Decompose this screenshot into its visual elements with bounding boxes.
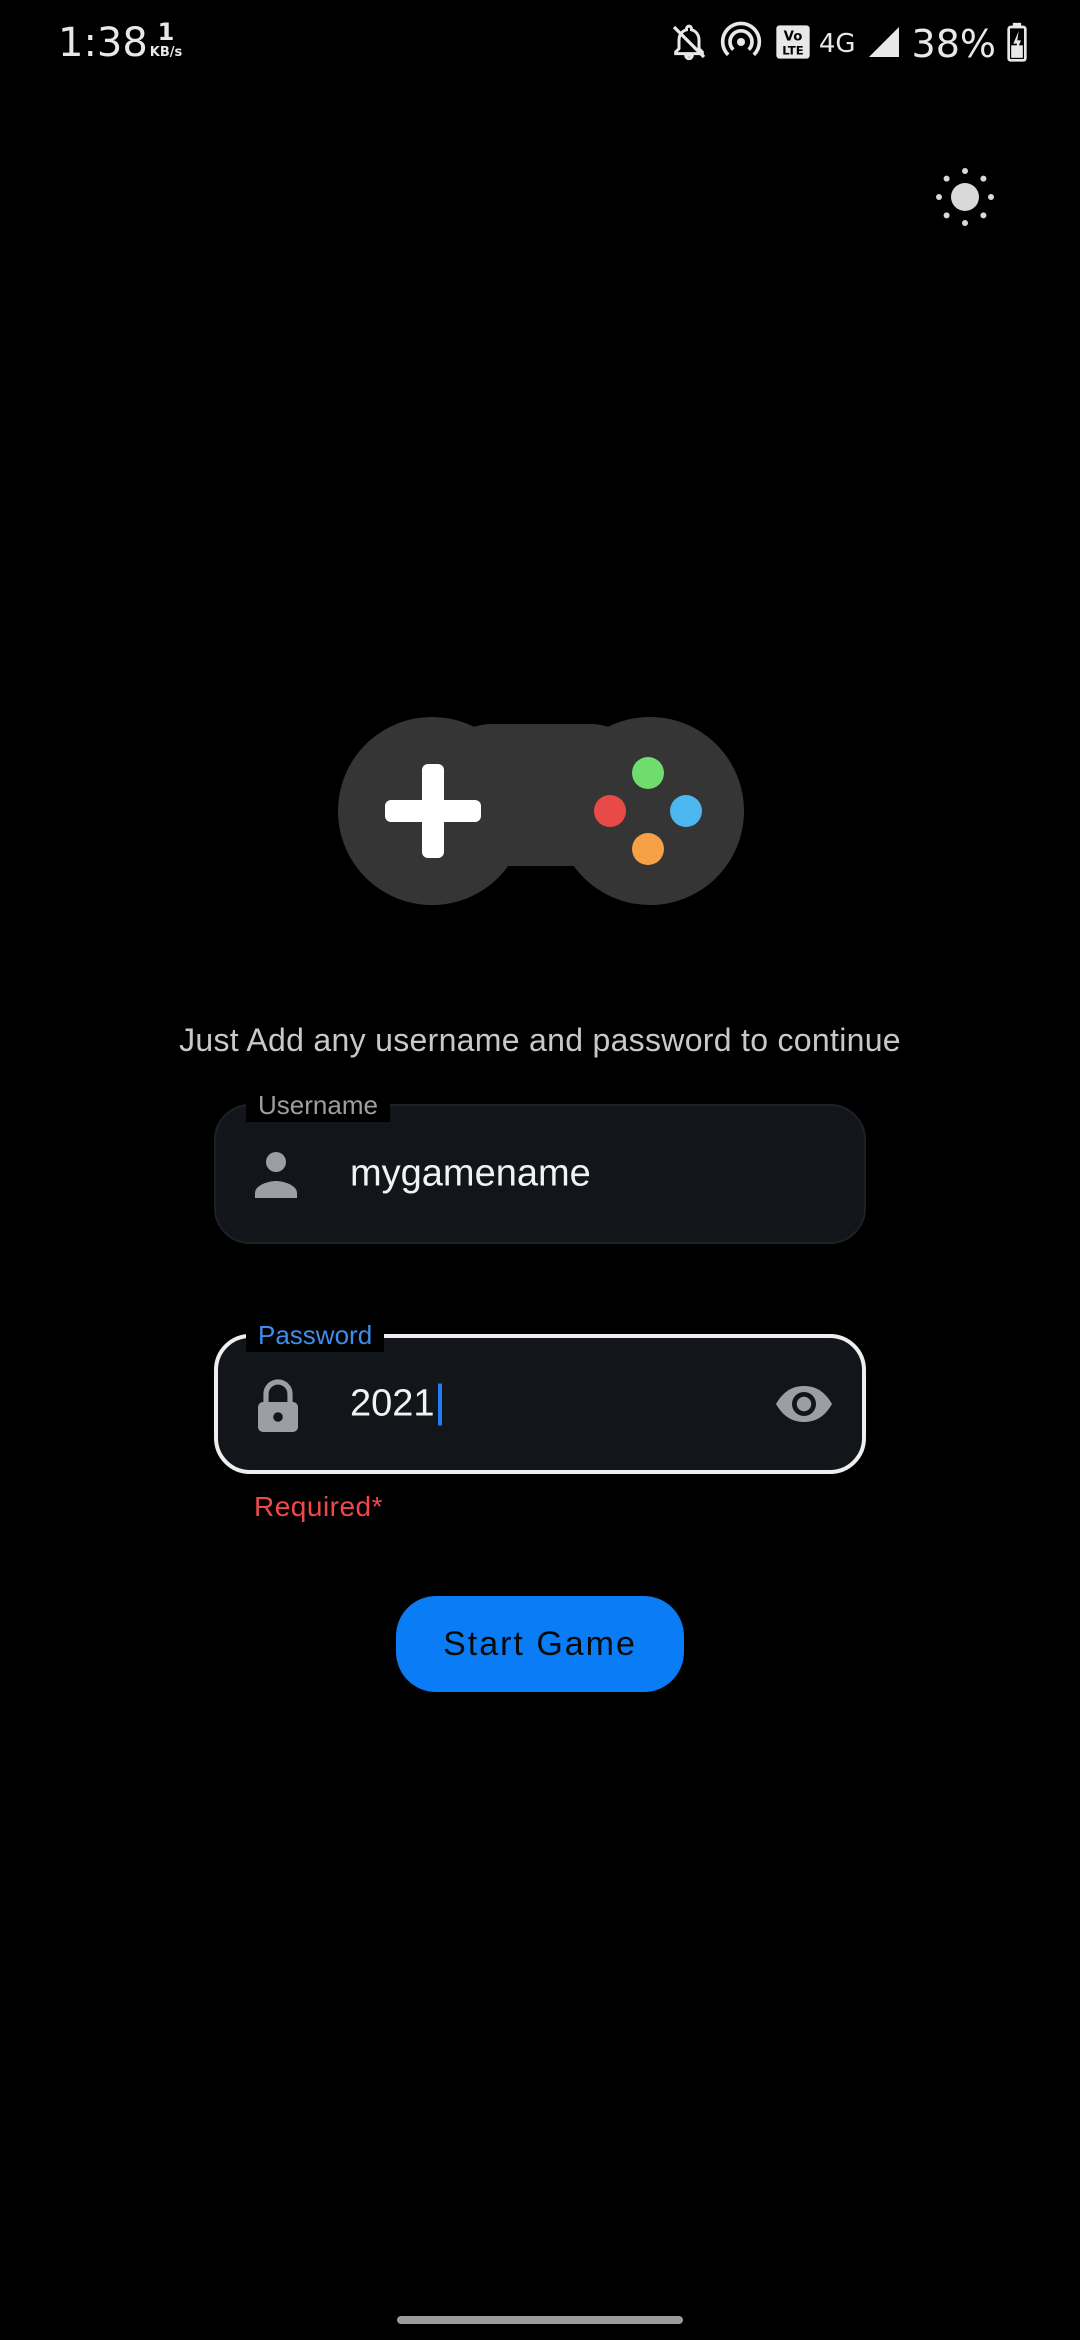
username-input[interactable]: mygamename [350,1153,591,1196]
battery-percent: 38% [911,22,996,66]
password-input-text: 2021 [350,1382,435,1425]
network-speed-value: 1 [157,18,175,46]
password-label: Password [246,1318,385,1352]
eye-icon[interactable] [774,1384,834,1424]
signal-icon [866,24,902,64]
status-icons: Vo LTE 4G 38% [659,18,1028,70]
person-icon [252,1148,300,1200]
network-speed-unit: KB/s [149,45,183,60]
lock-icon [254,1378,302,1432]
username-field[interactable]: Username mygamename [214,1088,866,1244]
theme-toggle-button[interactable] [933,165,997,229]
bell-off-icon [669,22,709,66]
text-cursor [437,1383,442,1425]
volte-icon: Vo LTE [773,22,813,66]
gamepad-icon [338,717,744,905]
password-error-text: Required* [254,1491,384,1522]
sun-icon [936,168,994,226]
battery-charging-icon [1006,22,1028,66]
gamepad-logo [338,716,744,906]
password-field[interactable]: Password 2021 [214,1318,866,1474]
password-input[interactable]: 2021 [350,1383,442,1426]
hotspot-icon [719,20,763,68]
status-network-speed: 1 KB/s [146,20,186,59]
username-label: Username [246,1088,390,1122]
svg-text:LTE: LTE [782,44,803,58]
svg-text:Vo: Vo [783,29,802,44]
start-game-button[interactable]: Start Game [396,1596,684,1692]
network-type: 4G [818,29,856,59]
status-bar: 1:38 1 KB/s Vo LTE 4G 38% [0,0,1080,90]
home-indicator[interactable] [397,2316,683,2324]
instruction-text: Just Add any username and password to co… [179,1022,901,1058]
status-time: 1:38 [58,20,148,66]
